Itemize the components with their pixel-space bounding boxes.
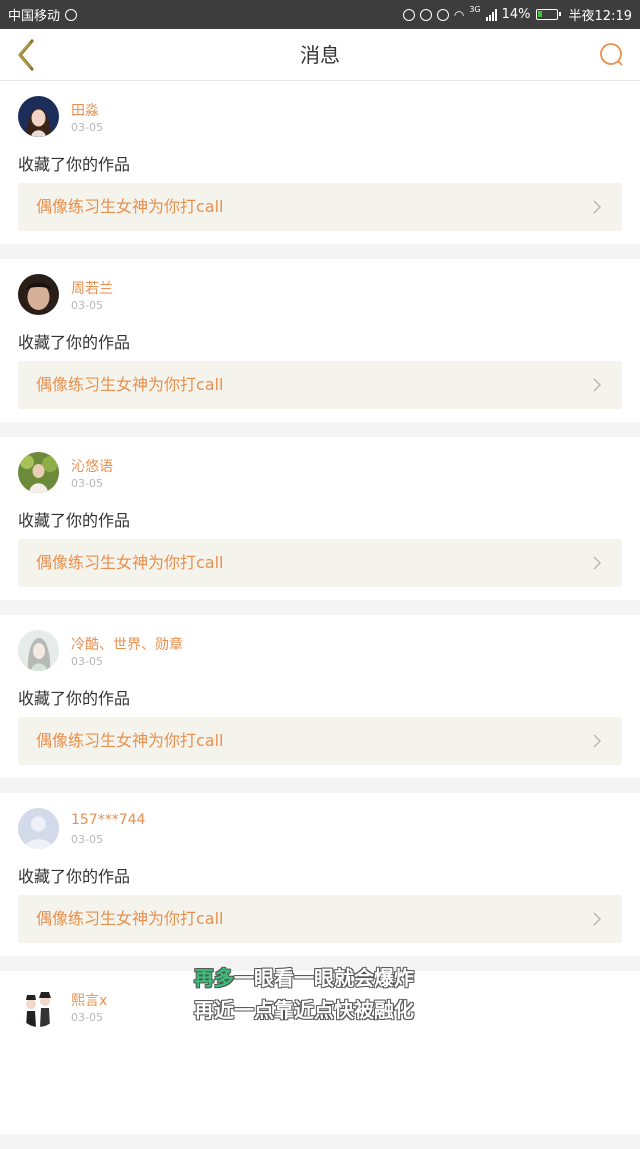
battery-icon — [535, 9, 561, 20]
work-title: 偶像练习生女神为你打call — [36, 553, 224, 572]
navigation-bar: 消息 — [0, 29, 640, 81]
work-title: 偶像练习生女神为你打call — [36, 909, 224, 928]
avatar[interactable] — [18, 96, 59, 137]
avatar-image — [18, 452, 59, 493]
work-title: 偶像练习生女神为你打call — [36, 197, 224, 216]
chevron-right-icon — [593, 734, 601, 748]
lyrics-overlay: 再多一眼看一眼就会爆炸 再近一点靠近点快被融化 — [194, 962, 494, 1026]
username[interactable]: 田淼 — [71, 100, 99, 120]
avatar[interactable] — [18, 274, 59, 315]
chevron-right-icon — [593, 556, 601, 570]
lyric-rest: 一眼看一眼就会爆炸 — [234, 966, 414, 990]
message-date: 03-05 — [71, 833, 103, 846]
signal-icon — [485, 8, 497, 21]
avatar-image — [18, 986, 59, 1027]
work-title: 偶像练习生女神为你打call — [36, 731, 224, 750]
nfc-icon — [402, 8, 415, 21]
message-date: 03-05 — [71, 477, 103, 490]
username[interactable]: 周若兰 — [71, 278, 113, 298]
avatar-image — [18, 96, 59, 137]
work-link[interactable]: 偶像练习生女神为你打call — [18, 183, 622, 231]
alarm-icon — [419, 8, 432, 21]
avatar[interactable] — [18, 986, 59, 1027]
message-date: 03-05 — [71, 299, 103, 312]
message-date: 03-05 — [71, 655, 103, 668]
message-card: 沁悠语 03-05 收藏了你的作品 偶像练习生女神为你打call — [0, 437, 640, 600]
avatar[interactable] — [18, 452, 59, 493]
message-date: 03-05 — [71, 121, 103, 134]
lyric-line-2: 再近一点靠近点快被融化 — [194, 998, 414, 1022]
username[interactable]: 熙言x — [71, 990, 107, 1010]
work-link[interactable]: 偶像练习生女神为你打call — [18, 717, 622, 765]
carrier-label: 中国移动 — [8, 9, 61, 24]
wifi-icon: ◠ — [453, 7, 465, 22]
lyric-highlight: 再多 — [194, 966, 234, 990]
battery-percent: 14% — [501, 7, 531, 22]
chevron-right-icon — [593, 200, 601, 214]
status-bar: 中国移动 ◠ 3G 14% 半夜12:19 — [0, 0, 640, 29]
message-card: 周若兰 03-05 收藏了你的作品 偶像练习生女神为你打call — [0, 259, 640, 422]
message-action: 收藏了你的作品 — [18, 867, 131, 886]
work-link[interactable]: 偶像练习生女神为你打call — [18, 361, 622, 409]
default-avatar-icon — [18, 808, 59, 849]
message-card: 157***744 03-05 收藏了你的作品 偶像练习生女神为你打call — [0, 793, 640, 956]
avatar[interactable] — [18, 808, 59, 849]
message-action: 收藏了你的作品 — [18, 511, 131, 530]
network-type: 3G — [469, 5, 481, 14]
username[interactable]: 沁悠语 — [71, 456, 113, 476]
chevron-right-icon — [593, 378, 601, 392]
avatar-image — [18, 630, 59, 671]
page-title: 消息 — [300, 43, 340, 67]
work-title: 偶像练习生女神为你打call — [36, 375, 224, 394]
message-action: 收藏了你的作品 — [18, 689, 131, 708]
search-button[interactable] — [598, 41, 626, 69]
lyric-line-1: 再多一眼看一眼就会爆炸 — [194, 962, 494, 994]
message-action: 收藏了你的作品 — [18, 333, 131, 352]
message-card: 田淼 03-05 收藏了你的作品 偶像练习生女神为你打call — [0, 81, 640, 244]
work-link[interactable]: 偶像练习生女神为你打call — [18, 895, 622, 943]
message-date: 03-05 — [71, 1011, 103, 1024]
message-action: 收藏了你的作品 — [18, 155, 131, 174]
work-link[interactable]: 偶像练习生女神为你打call — [18, 539, 622, 587]
username[interactable]: 冷酷、世界、勋章 — [71, 634, 183, 654]
avatar-image — [18, 274, 59, 315]
chevron-right-icon — [593, 912, 601, 926]
hotspot-icon — [65, 8, 78, 21]
message-card: 冷酷、世界、勋章 03-05 收藏了你的作品 偶像练习生女神为你打call — [0, 615, 640, 778]
username[interactable]: 157***744 — [71, 812, 145, 828]
eye-icon — [436, 8, 449, 21]
clock: 半夜12:19 — [568, 9, 632, 24]
avatar[interactable] — [18, 630, 59, 671]
search-icon — [600, 43, 623, 66]
